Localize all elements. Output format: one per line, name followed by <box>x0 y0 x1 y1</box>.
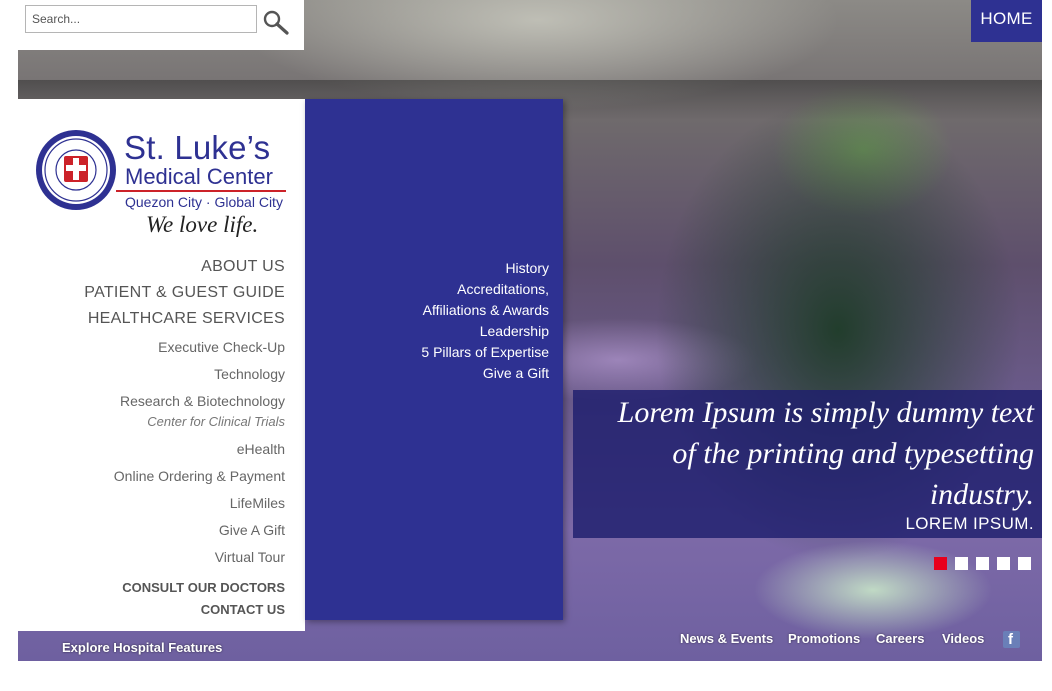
submenu-history[interactable]: History <box>505 260 549 276</box>
submenu-give-gift[interactable]: Give a Gift <box>483 365 549 381</box>
home-button[interactable]: HOME <box>971 0 1042 42</box>
nav-online-ordering[interactable]: Online Ordering & Payment <box>114 468 285 484</box>
nav-consult-doctors[interactable]: CONSULT OUR DOCTORS <box>122 580 285 595</box>
slide-dot[interactable] <box>934 557 947 570</box>
nav-technology[interactable]: Technology <box>214 366 285 382</box>
explore-features-link[interactable]: Explore Hospital Features <box>62 640 222 655</box>
nav-research-biotechnology[interactable]: Research & Biotechnology <box>120 393 285 409</box>
facebook-icon[interactable]: f <box>1003 631 1020 648</box>
news-events-link[interactable]: News & Events <box>680 631 773 646</box>
slide-dot[interactable] <box>1018 557 1031 570</box>
left-nav-panel: St. Luke’s Medical Center Quezon City · … <box>18 99 305 631</box>
search-input[interactable] <box>25 5 257 33</box>
nav-virtual-tour[interactable]: Virtual Tour <box>215 549 285 565</box>
hospital-seal-icon <box>36 130 116 210</box>
about-submenu-panel: History Accreditations, Affiliations & A… <box>305 99 563 620</box>
logo-title: St. Luke’s <box>124 129 271 166</box>
search-panel <box>18 0 304 50</box>
caption-subtitle: LOREM IPSUM. <box>905 514 1034 533</box>
promotions-link[interactable]: Promotions <box>788 631 860 646</box>
nav-ehealth[interactable]: eHealth <box>237 441 285 457</box>
logo-cities: Quezon City · Global City <box>125 194 283 210</box>
submenu-leadership[interactable]: Leadership <box>480 323 549 339</box>
slide-dot[interactable] <box>976 557 989 570</box>
nav-patient-guest-guide[interactable]: PATIENT & GUEST GUIDE <box>84 284 285 302</box>
caption-line: of the printing and typesetting <box>672 437 1034 470</box>
videos-link[interactable]: Videos <box>942 631 984 646</box>
caption-line: Lorem Ipsum is simply dummy text <box>617 396 1034 429</box>
nav-about-us[interactable]: ABOUT US <box>201 258 285 276</box>
careers-link[interactable]: Careers <box>876 631 924 646</box>
nav-healthcare-services[interactable]: HEALTHCARE SERVICES <box>88 310 285 328</box>
caption-line: industry. <box>929 478 1034 511</box>
logo-tagline: We love life. <box>146 212 259 237</box>
nav-clinical-trials[interactable]: Center for Clinical Trials <box>147 414 285 429</box>
site-logo[interactable]: St. Luke’s Medical Center Quezon City · … <box>34 126 294 241</box>
slide-dot[interactable] <box>955 557 968 570</box>
submenu-affiliations-awards[interactable]: Affiliations & Awards <box>423 302 549 318</box>
nav-contact-us[interactable]: CONTACT US <box>201 602 285 617</box>
slide-dot[interactable] <box>997 557 1010 570</box>
search-button[interactable] <box>262 9 290 35</box>
submenu-pillars[interactable]: 5 Pillars of Expertise <box>421 344 549 360</box>
slide-caption: Lorem Ipsum is simply dummy text of the … <box>573 390 1042 538</box>
nav-lifemiles[interactable]: LifeMiles <box>230 495 285 511</box>
logo-subtitle: Medical Center <box>125 164 273 189</box>
nav-give-a-gift[interactable]: Give A Gift <box>219 522 285 538</box>
submenu-accreditations[interactable]: Accreditations, <box>457 281 549 297</box>
nav-executive-check-up[interactable]: Executive Check-Up <box>158 339 285 355</box>
logo-rule <box>116 190 286 192</box>
magnifier-icon <box>263 10 289 35</box>
